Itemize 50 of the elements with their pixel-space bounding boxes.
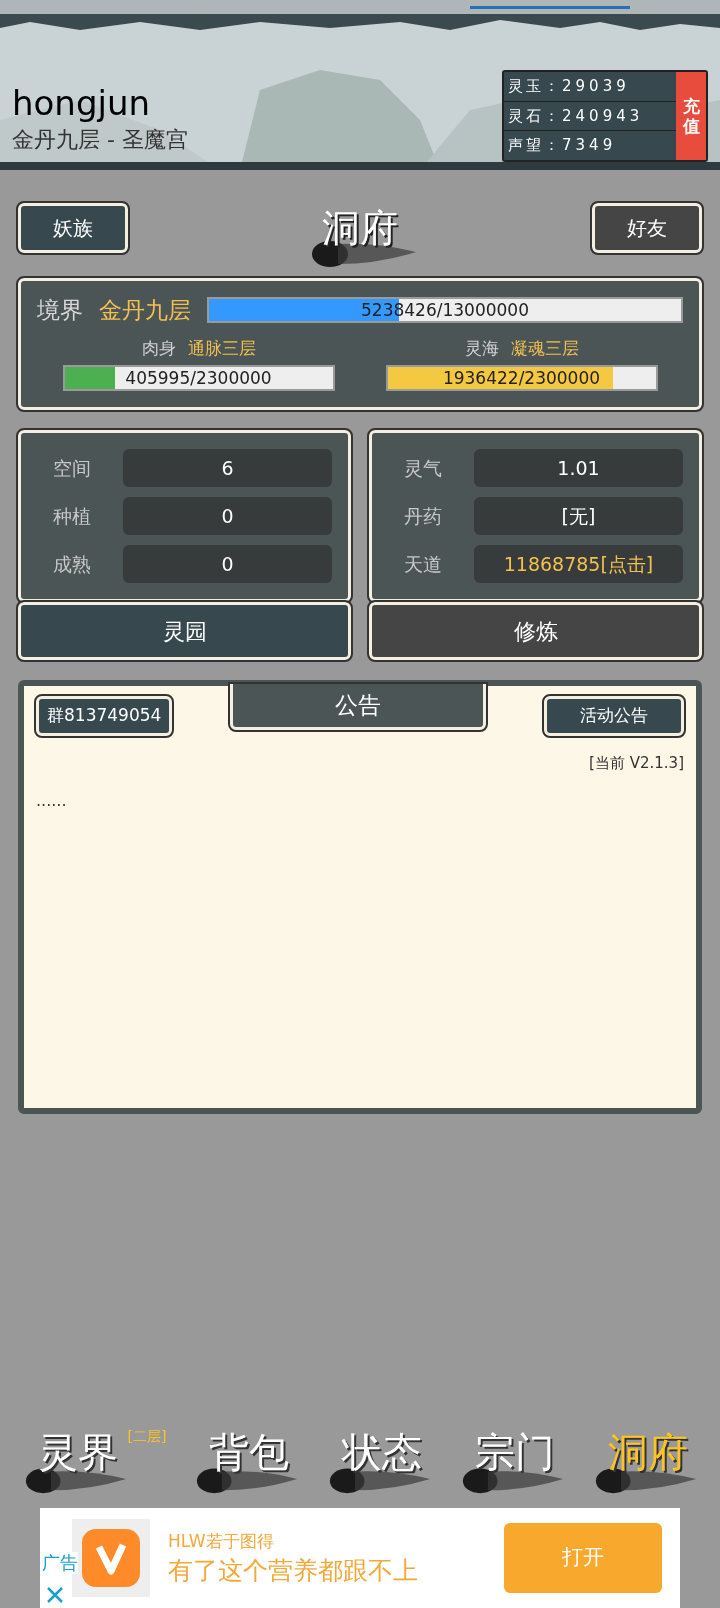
stat-label: 灵气	[403, 455, 443, 481]
stat-value: 6	[123, 449, 332, 487]
nav-tab[interactable]: 宗门	[459, 1422, 566, 1496]
recharge-button[interactable]: 充值	[676, 72, 706, 160]
realm-value: 金丹九层	[99, 296, 191, 325]
currency-value: 7349	[562, 135, 617, 157]
stat-label: 种植	[52, 503, 92, 529]
event-notice-button[interactable]: 活动公告	[544, 696, 684, 736]
ad-headline: 有了这个营养都跟不上	[168, 1554, 419, 1587]
stat-label: 丹药	[403, 503, 443, 529]
sub-value: 凝魂三层	[510, 336, 579, 360]
sub-label: 灵海	[464, 336, 499, 360]
sub-label: 肉身	[141, 336, 176, 360]
currency-label: 声望：	[508, 135, 562, 157]
stat-value: 1.01	[474, 449, 683, 487]
realm-label: 境界	[37, 296, 83, 325]
sub-value: 通脉三层	[187, 336, 256, 360]
notice-title: 公告	[230, 684, 487, 730]
currency-value: 240943	[562, 105, 644, 127]
panel-button[interactable]: 灵园	[18, 602, 351, 660]
friends-button[interactable]: 好友	[592, 203, 702, 253]
stat-label: 天道	[403, 551, 443, 577]
open-button[interactable]: 打开	[504, 1523, 662, 1593]
currency-label: 灵石：	[508, 105, 562, 127]
nav-tab[interactable]: 背包	[193, 1422, 300, 1496]
username: hongjun	[12, 83, 152, 123]
page-title: 洞府	[322, 205, 398, 250]
group-button[interactable]: 群813749054	[36, 696, 173, 736]
stat-value: [无]	[474, 497, 683, 535]
close-icon[interactable]	[46, 1586, 64, 1604]
nav-tab[interactable]: 状态	[326, 1422, 433, 1496]
progress-reading: 1936422/2300000	[441, 367, 602, 389]
version-label: [当前 V2.1.3]	[589, 753, 684, 774]
panel-button[interactable]: 修炼	[369, 602, 702, 660]
stat-value: 11868785[点击]	[474, 545, 683, 583]
stat-value: 0	[123, 545, 332, 583]
currency-value: 29039	[562, 76, 630, 98]
floor-label: [二层]	[127, 1428, 167, 1444]
realm-subtitle: 金丹九层 - 圣魔宫	[12, 126, 188, 154]
currency-label: 灵玉：	[508, 76, 562, 98]
ad-tag: 广告	[42, 1552, 78, 1574]
stat-label: 空间	[52, 455, 92, 481]
stat-value: 0	[123, 497, 332, 535]
nav-tab[interactable]: 灵界	[21, 1422, 128, 1496]
ad-source: HLW若于图得	[168, 1530, 275, 1554]
notice-body: ......	[36, 789, 68, 812]
stat-label: 成熟	[52, 551, 92, 577]
app-logo-icon	[82, 1529, 140, 1587]
demon-clan-button[interactable]: 妖族	[18, 203, 128, 253]
progress-reading: 405995/2300000	[124, 367, 273, 389]
